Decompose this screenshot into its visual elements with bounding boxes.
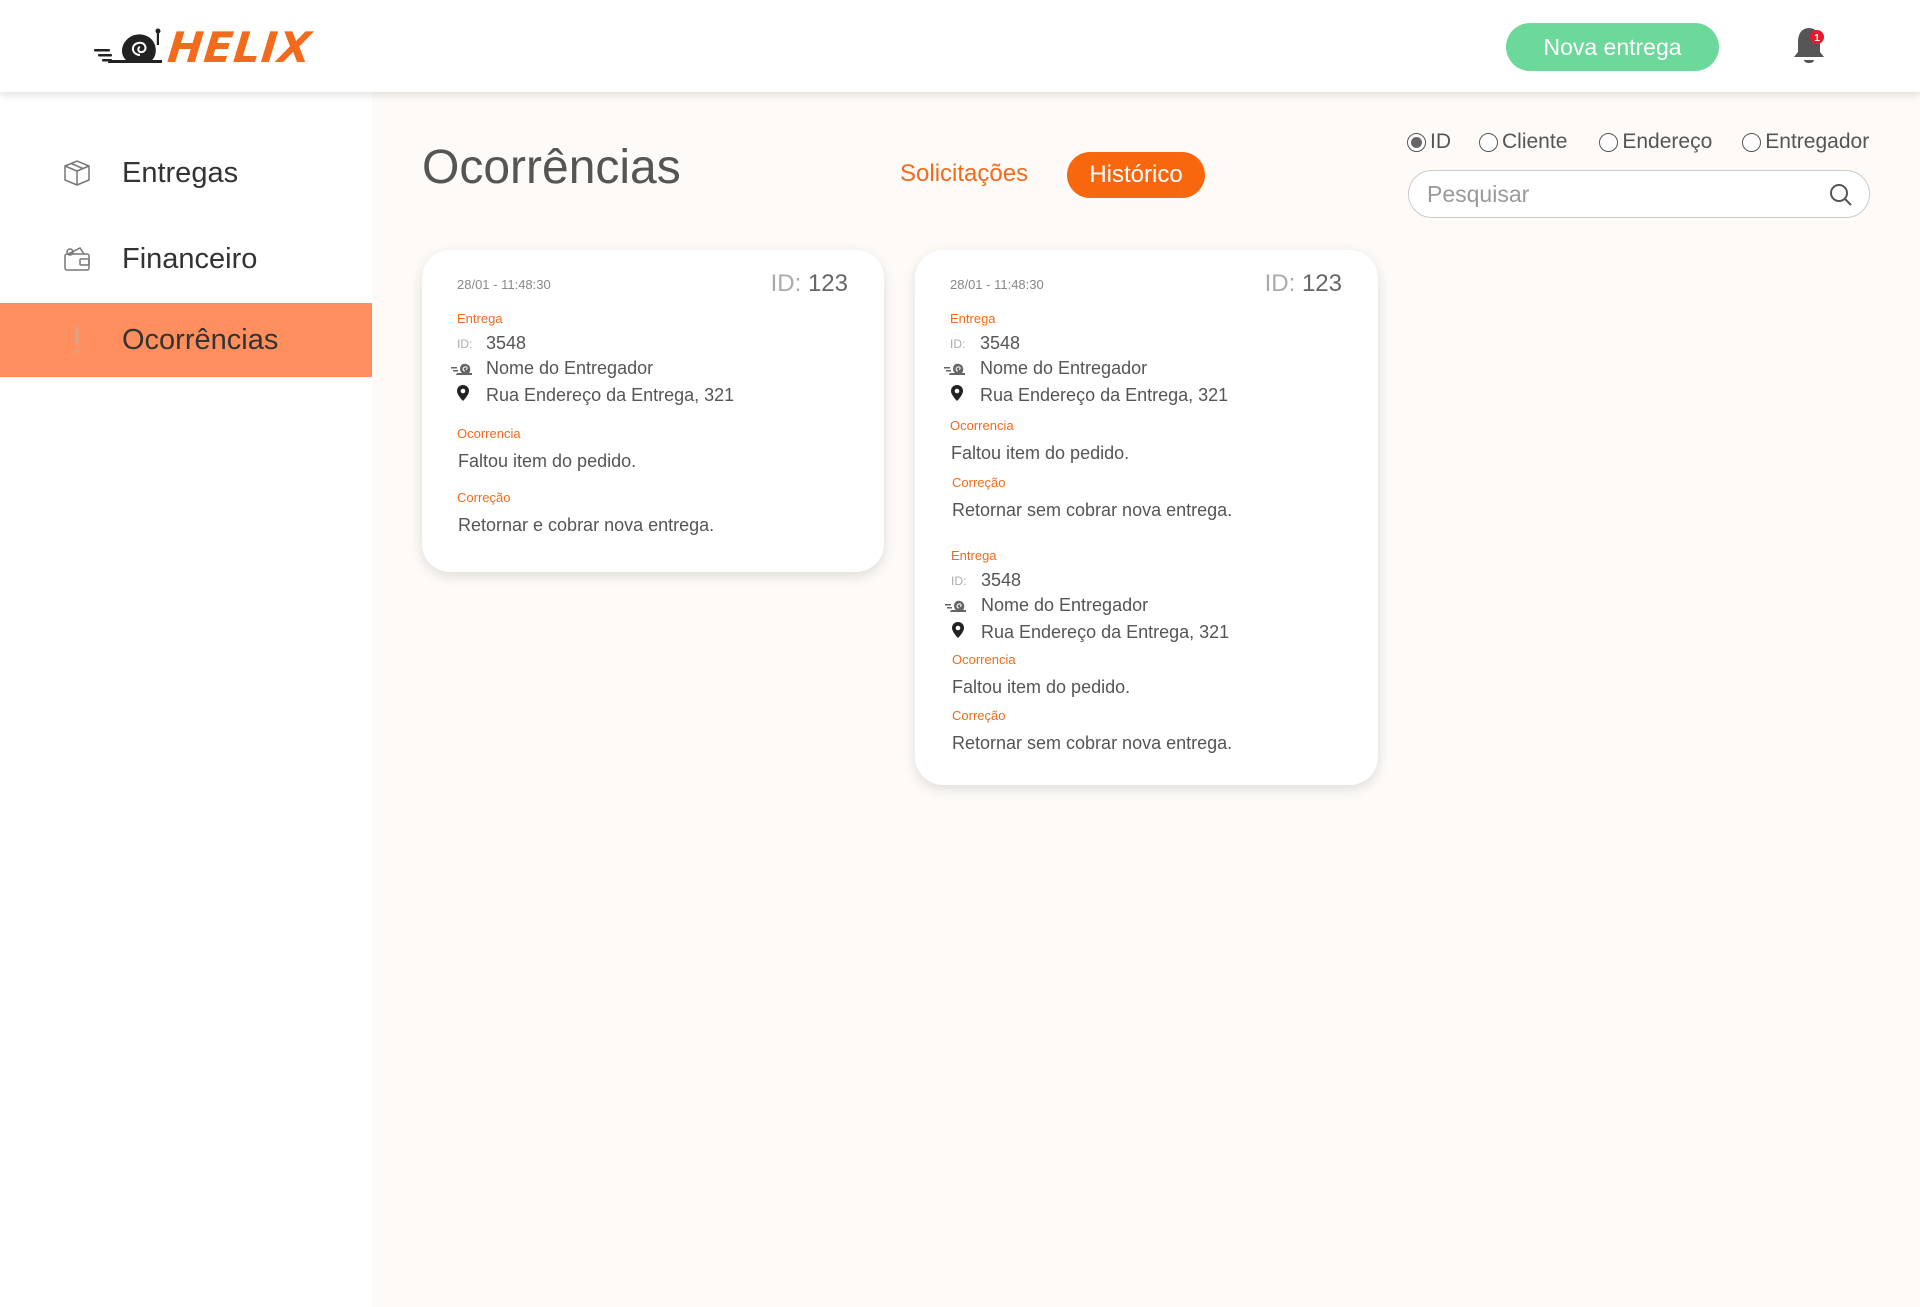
box-icon: [62, 158, 92, 188]
sidebar-item-label: Ocorrências: [122, 323, 279, 356]
card-date: 28/01 - 11:48:30: [457, 277, 551, 292]
filter-label: ID: [1430, 130, 1451, 153]
location-pin-icon: [952, 622, 964, 638]
filter-label: Entregador: [1765, 130, 1870, 153]
snail-logo-icon: [94, 28, 162, 63]
entrega-id-label: ID:: [950, 337, 966, 351]
entrega-label: Entrega: [457, 311, 503, 326]
card-id: ID: 123: [1265, 270, 1342, 298]
entrega-id-label: ID:: [951, 574, 967, 588]
location-pin-icon: [951, 385, 963, 401]
correcao-label: Correção: [952, 708, 1006, 723]
ocorrencia-text: Faltou item do pedido.: [952, 677, 1131, 697]
ocorrencia-text: Faltou item do pedido.: [458, 451, 637, 471]
filter-radio-cliente[interactable]: Cliente: [1479, 130, 1567, 154]
correcao-text: Retornar sem cobrar nova entrega.: [952, 733, 1233, 753]
snail-icon: [945, 600, 966, 612]
delivery-address: Rua Endereço da Entrega, 321: [980, 385, 1229, 405]
filter-radio-id[interactable]: ID: [1407, 130, 1451, 154]
card-id: ID: 123: [771, 270, 848, 298]
card-id-label: ID:: [770, 270, 802, 297]
correcao-text: Retornar e cobrar nova entrega.: [458, 515, 715, 535]
logo-text: HELIX: [165, 22, 315, 72]
driver-name: Nome do Entregador: [981, 595, 1149, 615]
sidebar: Entregas Financeiro Ocorrências: [0, 92, 372, 1307]
ocorrencia-label: Ocorrencia: [952, 652, 1016, 667]
delivery-address: Rua Endereço da Entrega, 321: [486, 385, 735, 405]
filter-label: Endereço: [1622, 130, 1713, 153]
notifications-button[interactable]: 1: [1790, 24, 1828, 68]
card-id-value: 123: [1301, 270, 1342, 297]
location-pin-icon: [457, 385, 469, 401]
entrega-id-label: ID:: [457, 337, 473, 351]
radio-selected-dot: [1411, 136, 1422, 148]
occurrence-card[interactable]: 28/01 - 11:48:30 ID: 123 Entrega ID: 354…: [915, 250, 1378, 785]
ocorrencia-label: Ocorrencia: [950, 418, 1014, 433]
card-date: 28/01 - 11:48:30: [950, 277, 1044, 292]
helix-logo[interactable]: HELIX: [92, 22, 315, 72]
sidebar-item-label: Financeiro: [122, 242, 258, 275]
ocorrencia-label: Ocorrencia: [457, 426, 521, 441]
correcao-label: Correção: [952, 475, 1006, 490]
card-id-label: ID:: [1264, 270, 1296, 297]
sidebar-item-ocorrencias[interactable]: Ocorrências: [0, 303, 372, 377]
top-bar: HELIX Nova entrega 1: [0, 0, 1920, 92]
tab-solicitacoes[interactable]: Solicitações: [900, 160, 1028, 188]
entrega-label: Entrega: [951, 548, 997, 563]
driver-name: Nome do Entregador: [486, 358, 654, 378]
ocorrencia-text: Faltou item do pedido.: [951, 443, 1130, 463]
notification-badge: 1: [1814, 33, 1820, 44]
entrega-id-value: 3548: [486, 333, 527, 353]
sidebar-item-financeiro[interactable]: Financeiro: [0, 222, 372, 296]
radio-button[interactable]: [1599, 132, 1619, 152]
sidebar-item-label: Entregas: [122, 156, 239, 189]
filter-radio-entregador[interactable]: Entregador: [1742, 130, 1869, 154]
bell-icon: 1: [1794, 28, 1824, 63]
sidebar-item-entregas[interactable]: Entregas: [0, 136, 372, 210]
snail-icon: [944, 363, 965, 375]
exclamation-icon: [62, 325, 92, 355]
tab-historico[interactable]: Histórico: [1067, 152, 1205, 198]
radio-button[interactable]: [1407, 132, 1426, 152]
delivery-address: Rua Endereço da Entrega, 321: [981, 622, 1230, 642]
driver-name: Nome do Entregador: [980, 358, 1148, 378]
search-input[interactable]: [1427, 179, 1807, 209]
filter-label: Cliente: [1502, 130, 1568, 153]
search-icon[interactable]: [1829, 183, 1853, 207]
entrega-label: Entrega: [950, 311, 996, 326]
occurrence-card[interactable]: 28/01 - 11:48:30 ID: 123 Entrega ID: 354…: [422, 250, 884, 572]
filter-radio-endereco[interactable]: Endereço: [1599, 130, 1712, 154]
radio-button[interactable]: [1479, 132, 1498, 152]
entrega-id-value: 3548: [980, 333, 1021, 353]
entrega-id-value: 3548: [981, 570, 1022, 590]
correcao-label: Correção: [457, 490, 511, 505]
correcao-text: Retornar sem cobrar nova entrega.: [952, 500, 1233, 520]
search-filter-options: ID Cliente Endereço Entregador: [1407, 130, 1869, 154]
page-title: Ocorrências: [422, 141, 681, 194]
snail-icon: [451, 363, 472, 375]
search-box: [1408, 170, 1870, 218]
wallet-icon: [62, 244, 92, 274]
radio-button[interactable]: [1742, 132, 1762, 152]
card-id-value: 123: [807, 270, 848, 297]
new-delivery-button[interactable]: Nova entrega: [1506, 23, 1719, 71]
